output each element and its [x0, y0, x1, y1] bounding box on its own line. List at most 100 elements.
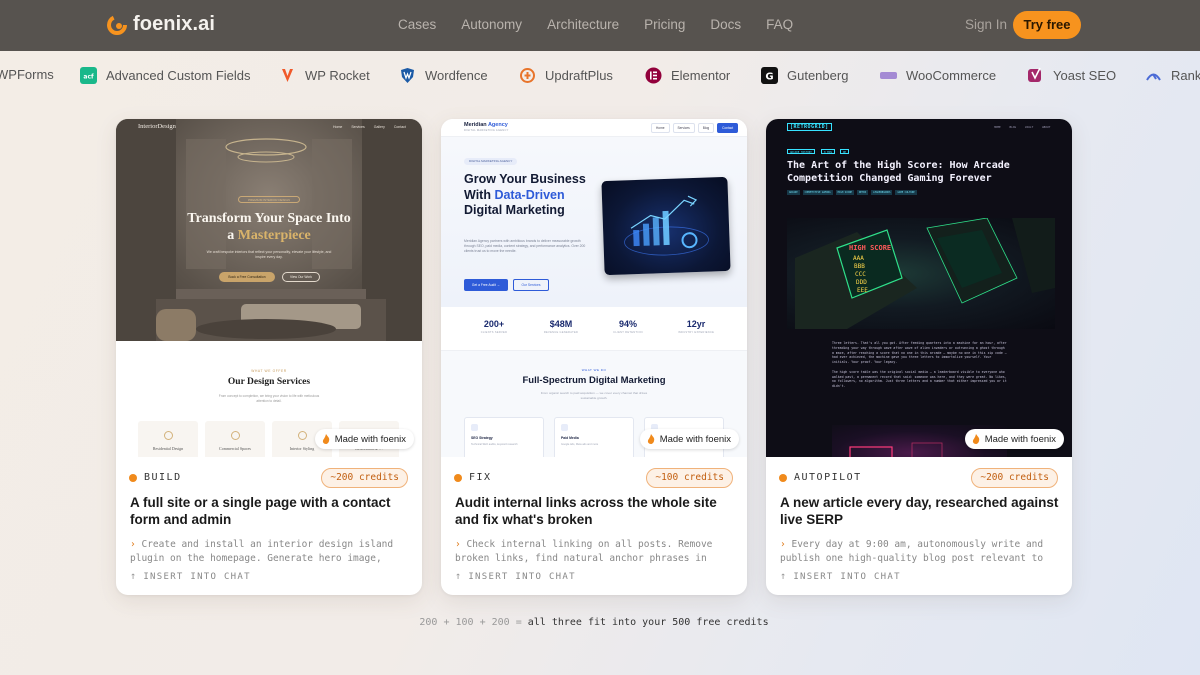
preview-stats: 200+ CLIENTS SERVED $48M REVENUE GENERATED…	[441, 309, 747, 351]
preview-chip: ARCADE HISTORY	[787, 149, 815, 154]
stat-label: CLIENTS SERVED	[480, 331, 508, 334]
plugin-label: Elementor	[671, 68, 731, 83]
preview-nav-item: Services	[672, 123, 695, 133]
case-tag-label: FIX	[469, 472, 492, 483]
foenix-logo-icon	[107, 14, 127, 35]
nav-link-faq[interactable]: FAQ	[766, 17, 793, 32]
preview-link: VAULT	[1024, 125, 1034, 129]
sign-in-link[interactable]: Sign In	[965, 17, 1007, 32]
stat-value: 12yr	[686, 319, 706, 329]
preview-tags: ARCADE COMPETITIVE GAMING HIGH SCORE RET…	[787, 190, 920, 195]
insert-into-chat-button[interactable]: ↑ INSERT INTO CHAT	[130, 571, 251, 582]
top-nav: foenix.ai Cases Autonomy Architecture Pr…	[0, 0, 1200, 51]
flame-icon	[972, 434, 979, 444]
stat-value: 200+	[483, 319, 505, 329]
case-prompt-text: Every day at 9:00 am, autonomously write…	[780, 539, 1044, 564]
insert-into-chat-button[interactable]: ↑ INSERT INTO CHAT	[780, 571, 901, 582]
service-icon	[471, 424, 478, 431]
wordfence-icon	[399, 67, 416, 84]
plugin-label: Wordfence	[425, 68, 488, 83]
preview-section-text: From concept to completion, we bring you…	[218, 394, 320, 403]
preview-stat: 12yr INDUSTRY EXPERIENCE	[661, 319, 731, 334]
brand-name: foenix.ai	[133, 13, 216, 35]
flame-icon	[322, 434, 329, 444]
case-tag: FIX	[454, 472, 492, 483]
case-tag: BUILD	[129, 472, 182, 483]
tag-dot-icon	[779, 473, 787, 482]
insert-into-chat-button[interactable]: ↑ INSERT INTO CHAT	[455, 571, 576, 582]
case-title: Audit internal links across the whole si…	[455, 495, 717, 527]
screen-initials: AAA	[853, 255, 864, 262]
preview-headline-accent: Masterpiece	[237, 228, 311, 243]
nav-link-pricing[interactable]: Pricing	[644, 17, 685, 32]
service-title: SEO Strategy	[471, 436, 493, 440]
screen-initials: BBB	[854, 263, 865, 270]
preview-paragraph: The high score table was the original so…	[832, 369, 1007, 389]
plugin-label: Rank	[1171, 68, 1200, 83]
nav-link-cases[interactable]: Cases	[398, 17, 436, 32]
case-card-fix[interactable]: Meridian Agency DIGITAL MARKETING AGENCY…	[441, 119, 747, 595]
brand[interactable]: foenix.ai	[107, 13, 215, 36]
preview-headline-end: Digital Marketing	[464, 203, 565, 217]
preview-link: Gallery	[373, 125, 385, 129]
plugin-updraftplus: UpdraftPlus	[519, 67, 613, 84]
case-tag-label: AUTOPILOT	[794, 472, 862, 483]
plugin-label: WP Rocket	[305, 68, 370, 83]
case-title: A full site or a single page with a cont…	[130, 495, 391, 527]
nav-link-docs[interactable]: Docs	[710, 17, 741, 32]
plugin-rank: Rank	[1145, 67, 1200, 84]
preview-nav-buttons: Home Services Blog Contact	[651, 123, 741, 133]
preview-service-card: Commercial Spaces	[205, 421, 265, 457]
arrow-up-icon: ↑	[780, 571, 788, 582]
preview-paragraph: Three letters. That's all you got. After…	[832, 341, 1007, 365]
case-tag-label: BUILD	[144, 472, 182, 483]
plugin-label: Advanced Custom Fields	[106, 68, 251, 83]
service-label: Commercial Spaces	[219, 446, 251, 451]
try-free-button[interactable]: Try free	[1013, 11, 1081, 39]
preview-logo-accent: Agency	[487, 122, 508, 128]
plugin-acf: acf Advanced Custom Fields	[80, 67, 251, 84]
preview-tag: LEADERBOARDS	[871, 190, 893, 195]
preview-section-title: Full-Spectrum Digital Marketing	[522, 375, 666, 386]
screen-initials: EEE	[857, 287, 868, 294]
preview-tag: GAME CULTURE	[895, 190, 917, 195]
preview-nav: InteriorDesign Home Services Gallery Con…	[116, 119, 422, 137]
preview-tag: COMPETITIVE GAMING	[802, 190, 833, 195]
credits-sum: 200 + 100 + 200 =	[419, 617, 528, 628]
arrow-up-icon: ↑	[130, 571, 138, 582]
made-with-label: Made with foenix	[659, 433, 731, 445]
preview-service-card: Residential Design	[138, 421, 198, 457]
screen-high-score: HIGH SCORE	[849, 244, 891, 252]
preview-nav-cta: Contact	[717, 123, 739, 133]
made-with-label: Made with foenix	[334, 433, 406, 445]
preview-tag: RETRO	[856, 190, 869, 195]
plugin-wpforms: WPForms	[0, 67, 54, 82]
updraftplus-icon	[519, 67, 536, 84]
credits-summary: 200 + 100 + 200 = all three fit into you…	[0, 617, 1188, 628]
chevron-right-icon: ›	[455, 539, 461, 550]
woocommerce-icon	[880, 67, 897, 84]
svg-text:G: G	[765, 72, 773, 83]
preview-headline-line2: a	[227, 228, 238, 243]
preview-logo: InteriorDesign	[138, 123, 176, 130]
yoast-icon	[1027, 67, 1044, 84]
made-with-badge: Made with foenix	[314, 429, 414, 449]
preview-subtitle: Meridian Agency partners with ambitious …	[464, 239, 586, 254]
nav-links: Cases Autonomy Architecture Pricing Docs…	[398, 17, 818, 32]
preview-stat: 200+ CLIENTS SERVED	[459, 319, 529, 334]
nav-link-architecture[interactable]: Architecture	[547, 17, 619, 32]
tag-dot-icon	[454, 473, 462, 482]
rank-math-icon	[1145, 67, 1162, 84]
case-card-autopilot[interactable]: [RETROGRID] HOME BLOG VAULT ABOUT ARCADE…	[766, 119, 1072, 595]
case-card-build[interactable]: InteriorDesign Home Services Gallery Con…	[116, 119, 422, 595]
service-title: Paid Media	[561, 436, 579, 440]
preview-link: ABOUT	[1041, 125, 1051, 129]
acf-icon: acf	[80, 67, 97, 84]
case-prompt: › Check internal linking on all posts. R…	[455, 538, 735, 566]
nav-link-autonomy[interactable]: Autonomy	[461, 17, 522, 32]
preview-kicker: WHAT WE OFFER	[251, 369, 287, 373]
preview-cta-secondary: View Our Work	[282, 272, 320, 282]
preview-link: HOME	[994, 125, 1001, 129]
service-text: Google Ads, Meta ads and more	[561, 443, 599, 446]
stat-label: REVENUE GENERATED	[543, 331, 579, 334]
